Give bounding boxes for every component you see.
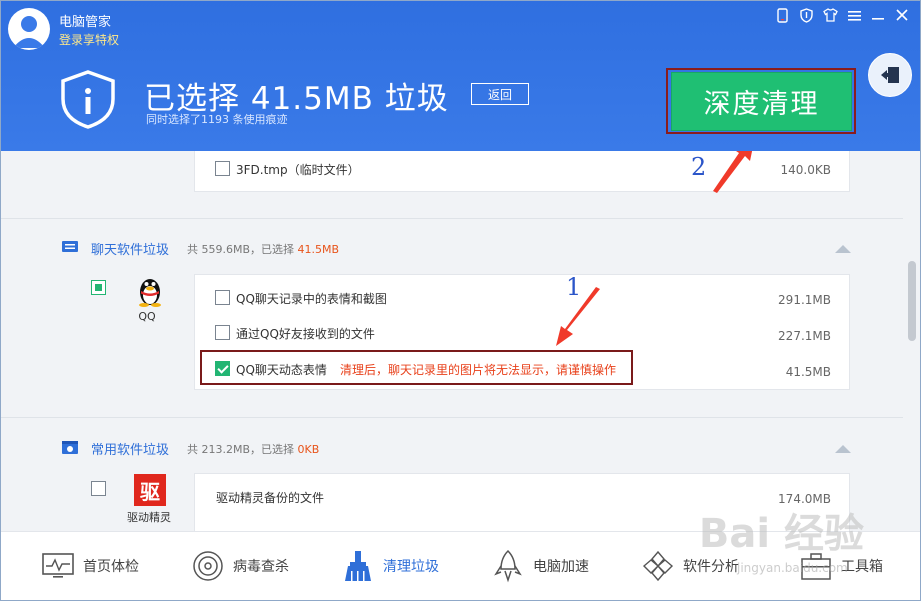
broom-icon: [345, 551, 371, 581]
qq-item-label-2: 通过QQ好友接收到的文件: [236, 327, 375, 341]
temp-file-size: 140.0KB: [780, 163, 831, 177]
qq-app-checkbox[interactable]: [91, 280, 106, 295]
qq-penguin-icon: [139, 279, 161, 307]
chat-section-title: 聊天软件垃圾: [91, 243, 170, 258]
nav-clean-junk[interactable]: 清理垃圾: [341, 548, 439, 584]
temp-file-checkbox[interactable]: [215, 161, 230, 176]
software-icon: [62, 441, 78, 454]
qq-item-size-1: 291.1MB: [778, 293, 831, 307]
scrollbar-thumb[interactable]: [908, 261, 916, 341]
qq-item-size-2: 227.1MB: [778, 329, 831, 343]
sidebar-toggle-button[interactable]: [868, 53, 912, 97]
annotation-arrow-1: [556, 287, 600, 346]
common-section-info: 共 213.2MB，已选择 0KB: [187, 441, 319, 457]
deep-clean-button[interactable]: 深度清理: [671, 72, 852, 131]
nav-label: 软件分析: [683, 559, 739, 575]
bottom-nav: 首页体检 病毒查杀 清理垃圾 电脑加速 软件分析 工具箱: [1, 531, 920, 600]
chat-section-selected: 41.5MB: [297, 243, 340, 256]
annotation-arrow-2: [713, 151, 753, 193]
driver-genius-logo: 驱: [134, 474, 166, 506]
app-window: 电脑管家 登录享特权 已选择 41.5MB 垃圾 同时选择了1193 条使用痕迹…: [0, 0, 921, 601]
chat-section-info: 共 559.6MB，已选择 41.5MB: [187, 241, 339, 257]
driver-app-label: 驱动精灵: [127, 511, 171, 524]
nav-virus-scan[interactable]: 病毒查杀: [191, 548, 289, 584]
back-button[interactable]: 返回: [471, 83, 529, 105]
shield-icon[interactable]: [798, 7, 814, 23]
driver-genius-logo-char: 驱: [140, 479, 160, 504]
close-icon[interactable]: [894, 7, 910, 23]
user-icon: [13, 16, 45, 48]
temp-file-label: 3FD.tmp（临时文件）: [236, 163, 360, 177]
qq-app-label: QQ: [138, 310, 156, 323]
app-name: 电脑管家: [59, 15, 112, 30]
toolbox-icon: [801, 553, 831, 580]
chat-section-total: 共 559.6MB，已选择: [187, 243, 295, 256]
divider: [1, 218, 903, 219]
nav-label: 首页体检: [83, 559, 139, 575]
puzzle-icon: [642, 550, 674, 582]
driver-items-panel: 驱动精灵备份的文件 174.0MB: [194, 473, 850, 531]
nav-label: 工具箱: [841, 559, 883, 575]
chat-icon: [62, 241, 78, 252]
nav-label: 电脑加速: [533, 559, 589, 575]
selected-traces-subline: 同时选择了1193 条使用痕迹: [146, 113, 288, 126]
common-section-selected: 0KB: [297, 443, 320, 456]
login-link[interactable]: 登录享特权: [59, 31, 119, 48]
chat-section-collapse-button[interactable]: [835, 245, 851, 253]
nav-home-checkup[interactable]: 首页体检: [41, 548, 139, 584]
monitor-icon: [42, 553, 74, 578]
menu-icon[interactable]: [846, 7, 862, 23]
qq-item-checkbox-1[interactable]: [215, 290, 230, 305]
phone-icon[interactable]: [774, 7, 790, 23]
driver-item-size-1: 174.0MB: [778, 492, 831, 506]
driver-app-checkbox[interactable]: [91, 481, 106, 496]
user-avatar[interactable]: [8, 8, 50, 50]
common-section-title: 常用软件垃圾: [91, 443, 170, 458]
window-controls: [774, 7, 910, 23]
exit-panel-icon: [881, 67, 899, 83]
driver-item-label-1: 驱动精灵备份的文件: [216, 491, 325, 505]
rocket-icon: [494, 549, 522, 583]
header: 电脑管家 登录享特权 已选择 41.5MB 垃圾 同时选择了1193 条使用痕迹…: [1, 1, 920, 151]
common-section-collapse-button[interactable]: [835, 445, 851, 453]
nav-pc-boost[interactable]: 电脑加速: [491, 548, 589, 584]
annotation-number-2: 2: [691, 153, 707, 181]
shield-logo-icon: [61, 70, 115, 129]
nav-label: 病毒查杀: [233, 559, 289, 575]
target-icon: [193, 551, 223, 581]
qq-item-size-3: 41.5MB: [785, 365, 831, 379]
results-scrollbar[interactable]: [904, 151, 920, 531]
qq-item-checkbox-2[interactable]: [215, 325, 230, 340]
nav-label: 清理垃圾: [383, 559, 439, 575]
shirt-icon[interactable]: [822, 7, 838, 23]
divider: [1, 417, 903, 418]
nav-toolbox[interactable]: 工具箱: [799, 548, 883, 584]
annotation-frame-qq-item: [200, 350, 633, 385]
scan-results-list: 3FD.tmp（临时文件） 140.0KB 聊天软件垃圾 共 559.6MB，已…: [1, 151, 903, 531]
nav-software-analysis[interactable]: 软件分析: [641, 548, 739, 584]
qq-item-label-1: QQ聊天记录中的表情和截图: [236, 292, 387, 306]
minimize-icon[interactable]: [870, 7, 886, 23]
common-section-total: 共 213.2MB，已选择: [187, 443, 295, 456]
